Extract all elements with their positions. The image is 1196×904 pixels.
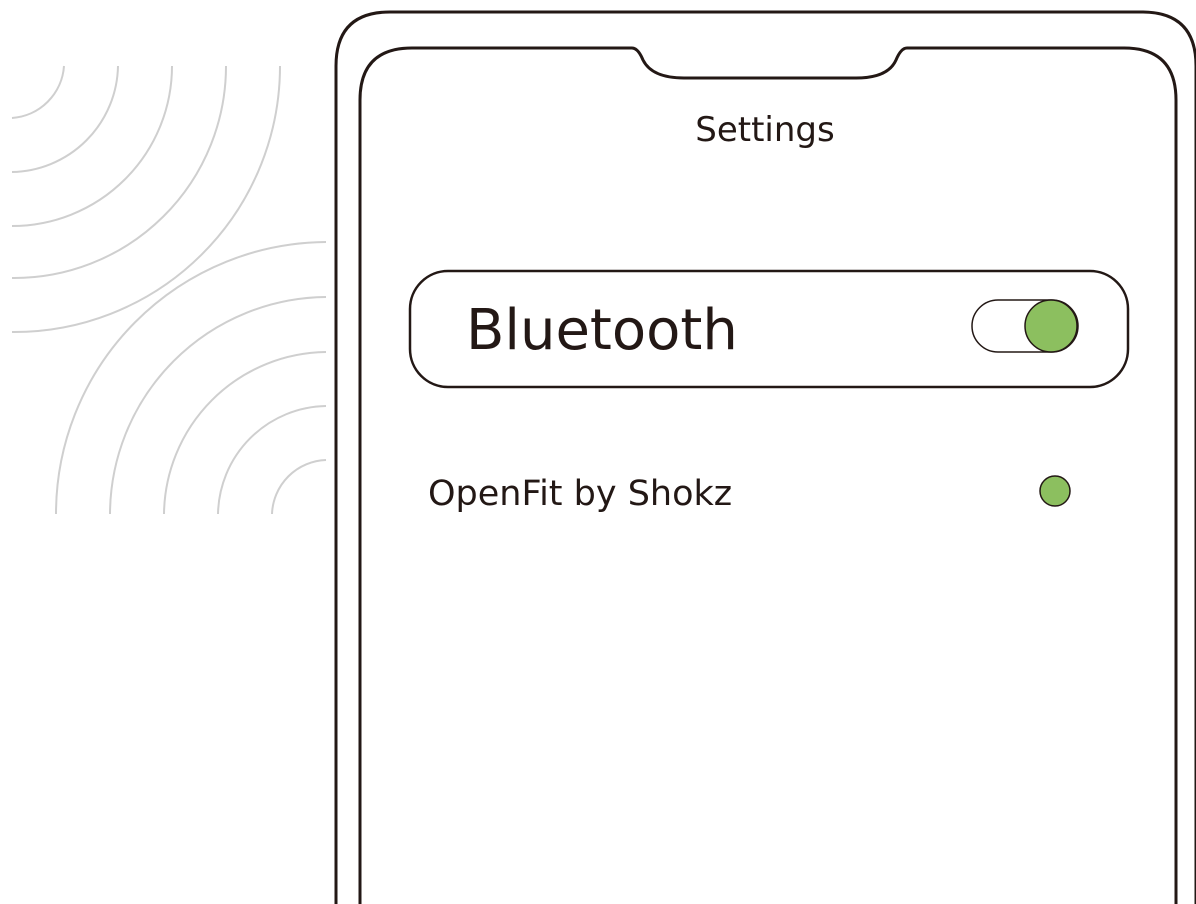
connected-dot-icon xyxy=(1039,475,1071,507)
signal-waves-icon xyxy=(11,65,281,334)
bluetooth-toggle[interactable] xyxy=(971,299,1079,353)
bluetooth-label: Bluetooth xyxy=(466,298,738,363)
device-item-openfit[interactable]: OpenFit by Shokz xyxy=(428,472,732,516)
toggle-knob xyxy=(1024,299,1078,353)
signal-waves-icon xyxy=(55,241,327,515)
page-title: Settings xyxy=(695,110,835,150)
